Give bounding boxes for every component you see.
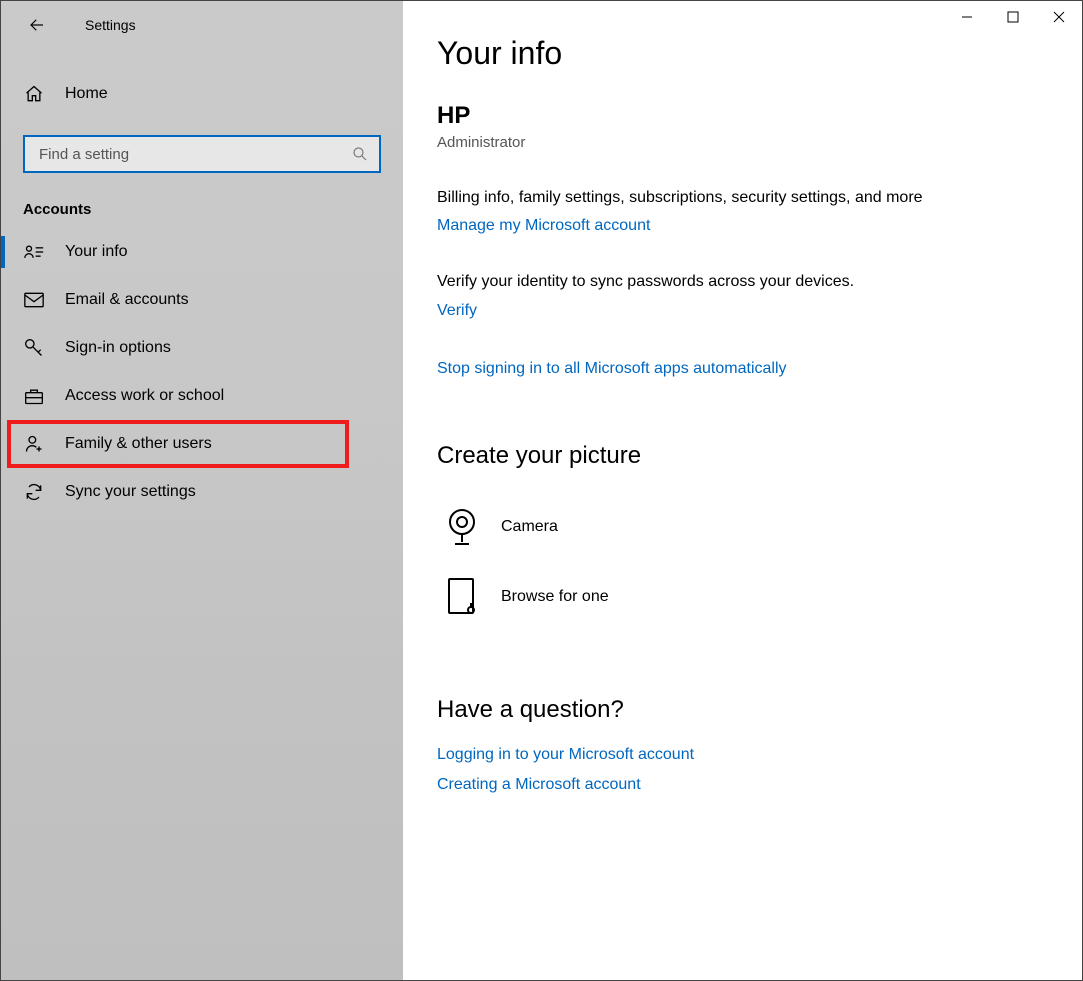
- billing-text: Billing info, family settings, subscript…: [437, 187, 1042, 209]
- search-input[interactable]: [39, 146, 351, 163]
- option-camera[interactable]: Camera: [437, 492, 1042, 562]
- account-display-name: HP: [437, 102, 1042, 130]
- minimize-button[interactable]: [944, 1, 990, 33]
- sidebar-header: Settings: [1, 1, 403, 49]
- nav-email-accounts[interactable]: Email & accounts: [1, 276, 403, 324]
- nav-home-label: Home: [65, 85, 108, 103]
- stop-signin-link[interactable]: Stop signing in to all Microsoft apps au…: [437, 360, 787, 378]
- verify-block: Verify your identity to sync passwords a…: [437, 271, 1042, 319]
- maximize-button[interactable]: [990, 1, 1036, 33]
- nav-list: Your info Email & accounts Sign-in optio…: [1, 228, 403, 516]
- window-controls: [944, 1, 1082, 37]
- home-icon: [23, 84, 45, 104]
- nav-home[interactable]: Home: [1, 71, 403, 117]
- option-browse[interactable]: Browse for one: [437, 562, 1042, 632]
- nav-sync-settings-label: Sync your settings: [65, 483, 196, 501]
- nav-your-info[interactable]: Your info: [1, 228, 403, 276]
- section-accounts-label: Accounts: [23, 201, 403, 218]
- verify-link[interactable]: Verify: [437, 302, 477, 320]
- sync-icon: [23, 482, 45, 502]
- create-picture-title: Create your picture: [437, 442, 1042, 470]
- search-box[interactable]: [23, 135, 381, 173]
- person-add-icon: [23, 434, 45, 454]
- nav-access-work[interactable]: Access work or school: [1, 372, 403, 420]
- verify-text: Verify your identity to sync passwords a…: [437, 271, 1042, 293]
- search-icon: [351, 145, 369, 163]
- question-title: Have a question?: [437, 696, 1042, 724]
- nav-email-accounts-label: Email & accounts: [65, 291, 189, 309]
- option-camera-label: Camera: [501, 518, 558, 536]
- close-button[interactable]: [1036, 1, 1082, 33]
- key-icon: [23, 338, 45, 358]
- maximize-icon: [1007, 11, 1019, 23]
- help-links: Logging in to your Microsoft account Cre…: [437, 746, 1042, 794]
- person-card-icon: [23, 243, 45, 261]
- nav-family-other-users-label: Family & other users: [65, 435, 212, 453]
- nav-signin-options[interactable]: Sign-in options: [1, 324, 403, 372]
- sidebar: Settings Home Accounts Your info: [1, 1, 403, 980]
- page-title: Your info: [437, 35, 1042, 72]
- account-summary: HP Administrator: [437, 102, 1042, 151]
- minimize-icon: [961, 11, 973, 23]
- settings-window: Settings Home Accounts Your info: [0, 0, 1083, 981]
- mail-icon: [23, 292, 45, 308]
- nav-access-work-label: Access work or school: [65, 387, 224, 405]
- help-create-link[interactable]: Creating a Microsoft account: [437, 776, 1042, 794]
- option-browse-label: Browse for one: [501, 588, 609, 606]
- close-icon: [1053, 11, 1065, 23]
- arrow-left-icon: [28, 16, 46, 34]
- content-pane: Your info HP Administrator Billing info,…: [403, 1, 1082, 980]
- camera-icon: [441, 506, 483, 548]
- nav-signin-options-label: Sign-in options: [65, 339, 171, 357]
- manage-account-link[interactable]: Manage my Microsoft account: [437, 217, 650, 235]
- search-wrap: [23, 135, 381, 173]
- app-title: Settings: [85, 17, 136, 33]
- help-login-link[interactable]: Logging in to your Microsoft account: [437, 746, 1042, 764]
- back-button[interactable]: [23, 11, 51, 39]
- nav-sync-settings[interactable]: Sync your settings: [1, 468, 403, 516]
- briefcase-icon: [23, 387, 45, 405]
- nav-your-info-label: Your info: [65, 243, 128, 261]
- billing-block: Billing info, family settings, subscript…: [437, 187, 1042, 235]
- account-role: Administrator: [437, 134, 1042, 151]
- browse-icon: [441, 576, 483, 618]
- nav-family-other-users[interactable]: Family & other users: [7, 420, 349, 468]
